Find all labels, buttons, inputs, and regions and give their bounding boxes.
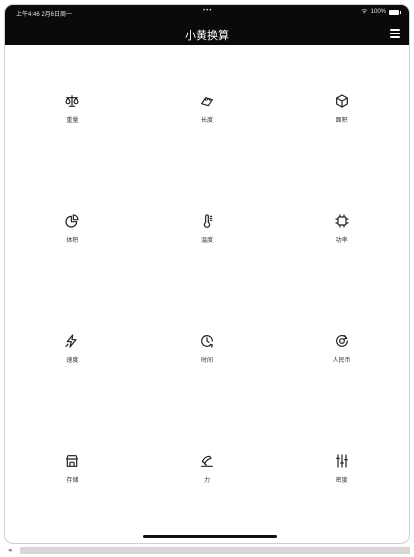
force-icon <box>201 455 213 467</box>
storage-icon <box>66 454 79 467</box>
category-label: 存储 <box>66 477 79 484</box>
page-title: 小黄换算 <box>185 30 229 42</box>
category-label: 体积 <box>66 237 79 244</box>
cube-icon <box>335 93 348 108</box>
app-window: 上午4:46 2月6日周一 ••• ᯤ 100% 小黄换算 重量 长度 面积 体… <box>4 4 410 544</box>
category-label: 面积 <box>335 117 348 124</box>
category-area[interactable]: 面积 <box>274 45 409 165</box>
category-label: 温度 <box>200 237 213 244</box>
category-density[interactable]: 密度 <box>274 405 409 525</box>
ruler-icon <box>201 96 213 106</box>
category-storage[interactable]: 存储 <box>5 405 140 525</box>
battery-percent: 100% <box>370 9 386 15</box>
pie-chart-icon <box>65 213 79 228</box>
menu-icon[interactable] <box>390 29 400 38</box>
sliders-icon <box>335 453 348 468</box>
thermometer-icon <box>203 213 213 228</box>
wifi-icon: ᯤ <box>361 8 368 15</box>
category-label: 力 <box>203 477 210 484</box>
category-temperature[interactable]: 温度 <box>140 165 275 285</box>
conversion-grid: 重量 长度 面积 体积 温度 功率 速度 时间 人民币 存储 力 密度 <box>5 45 409 525</box>
category-force[interactable]: 力 <box>140 405 275 525</box>
category-time[interactable]: 时间 <box>140 285 275 405</box>
scrollbar-thumb[interactable] <box>20 547 410 554</box>
status-indicators: ᯤ 100% <box>361 8 401 15</box>
clock-icon <box>201 334 213 348</box>
category-label: 速度 <box>66 357 79 364</box>
category-label: 密度 <box>335 477 348 484</box>
horizontal-scrollbar[interactable]: ◂ <box>4 546 410 555</box>
home-indicator[interactable] <box>143 535 277 538</box>
battery-icon <box>389 9 401 15</box>
category-currency[interactable]: 人民币 <box>274 285 409 405</box>
scroll-left-icon[interactable]: ◂ <box>8 546 12 555</box>
status-time: 上午4:46 2月6日周一 <box>16 12 73 18</box>
category-label: 长度 <box>200 117 213 124</box>
category-label: 时间 <box>200 357 213 364</box>
scale-icon <box>65 94 79 107</box>
category-power[interactable]: 功率 <box>274 165 409 285</box>
category-length[interactable]: 长度 <box>140 45 275 165</box>
chip-icon <box>335 213 349 228</box>
currency-icon <box>335 334 348 347</box>
category-speed[interactable]: 速度 <box>5 285 140 405</box>
category-label: 人民币 <box>332 357 351 364</box>
lightning-icon <box>65 333 77 348</box>
multitask-dots[interactable]: ••• <box>203 8 212 14</box>
category-label: 重量 <box>66 117 79 124</box>
category-label: 功率 <box>335 237 348 244</box>
category-volume[interactable]: 体积 <box>5 165 140 285</box>
category-weight[interactable]: 重量 <box>5 45 140 165</box>
top-bar: 上午4:46 2月6日周一 ••• ᯤ 100% 小黄换算 <box>5 5 409 45</box>
